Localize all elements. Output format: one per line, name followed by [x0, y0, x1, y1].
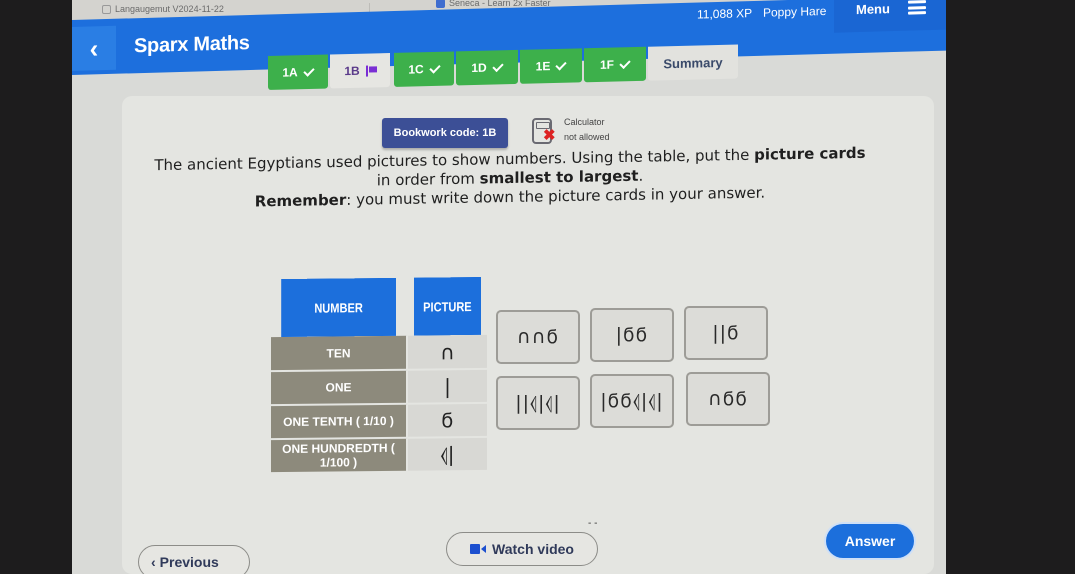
previous-button[interactable]: ‹ Previous [138, 545, 250, 574]
answer-button[interactable]: Answer [826, 524, 914, 558]
seneca-icon [436, 0, 445, 8]
table-row: TEN ∩ [271, 334, 487, 372]
table-cell-number: ONE [271, 369, 407, 406]
symbol-reference-table: NUMBER PICTURE TEN ∩ ONE | ONE TENTH ( 1… [271, 276, 487, 474]
check-icon [619, 57, 631, 69]
app-title: Sparx Maths [134, 32, 250, 58]
calculator-not-allowed-label: not allowed [564, 132, 610, 142]
picture-card[interactable]: ∩ϭϭ [686, 372, 770, 426]
tab-label: 1A [282, 65, 298, 80]
flag-icon [366, 65, 376, 75]
table-cell-number: ONE HUNDREDTH ( 1/100 ) [271, 437, 407, 474]
tab-label: 1D [471, 60, 487, 76]
table-cell-number: ONE TENTH ( 1/10 ) [271, 403, 407, 440]
browser-tab-title: Langaugemut V2024-11-22 [115, 4, 224, 14]
tab-1e[interactable]: 1E [520, 48, 582, 84]
ten-symbol-icon: ∩ [407, 334, 487, 370]
question-text-part: . [638, 166, 644, 185]
divider-marks: - - [588, 518, 598, 529]
tab-1d[interactable]: 1D [456, 49, 518, 86]
tab-1b[interactable]: 1B [330, 53, 390, 89]
table-row: ONE | [271, 368, 487, 406]
picture-card[interactable]: ||ϭ [684, 306, 768, 360]
tenth-symbol-icon: ϭ [407, 402, 487, 438]
tab-label: 1C [408, 62, 424, 77]
check-icon [429, 61, 441, 74]
tab-label: Summary [663, 54, 723, 71]
table-row: ONE TENTH ( 1/10 ) ϭ [271, 402, 487, 440]
previous-label: Previous [159, 554, 219, 570]
browser-tab[interactable]: Langaugemut V2024-11-22 [102, 4, 224, 14]
tab-label: 1E [535, 59, 551, 74]
screen: Langaugemut V2024-11-22 Seneca - Learn 2… [72, 0, 946, 574]
video-camera-icon [470, 544, 487, 554]
table-header-number: NUMBER [281, 277, 397, 338]
question-emphasis: smallest to largest [479, 166, 639, 188]
hamburger-icon[interactable] [908, 0, 926, 15]
one-symbol-icon: | [407, 368, 487, 404]
page-icon [102, 4, 111, 14]
picture-card[interactable]: ||⦉|⦉| [496, 376, 580, 430]
check-icon [303, 64, 315, 77]
tab-label: 1F [599, 57, 614, 72]
calculator-label: Calculator [564, 117, 605, 127]
picture-card[interactable]: |ϭϭ [590, 308, 674, 362]
tab-1c[interactable]: 1C [394, 51, 454, 87]
tab-1f[interactable]: 1F [584, 46, 646, 83]
table-header-picture: PICTURE [413, 276, 481, 336]
xp-counter: 11,088 XP [697, 6, 753, 22]
calculator-status: Calculator not allowed [564, 115, 610, 145]
watch-video-button[interactable]: Watch video [446, 532, 598, 566]
bookwork-code-badge: Bookwork code: 1B [382, 118, 508, 148]
user-name[interactable]: Poppy Hare [763, 4, 826, 20]
tab-1a[interactable]: 1A [268, 54, 328, 90]
table-cell-number: TEN [271, 335, 407, 372]
table-row: ONE HUNDREDTH ( 1/100 ) ⦉| [271, 436, 487, 474]
check-icon [492, 60, 504, 72]
tab-summary[interactable]: Summary [648, 44, 738, 81]
reminder-label: Remember [254, 190, 347, 211]
picture-card[interactable]: ∩∩ϭ [496, 310, 580, 364]
check-icon [555, 58, 568, 71]
picture-card[interactable]: |ϭϭ⦉|⦉| [590, 374, 674, 428]
question-text-part: in order from [376, 169, 480, 190]
chevron-left-icon: ‹ [89, 32, 99, 64]
back-button[interactable]: ‹ [72, 25, 116, 71]
tab-label: 1B [344, 63, 360, 79]
menu-label[interactable]: Menu [856, 1, 890, 17]
watch-video-label: Watch video [492, 541, 574, 557]
question-emphasis: picture cards [754, 143, 866, 164]
not-allowed-x-icon: ✖ [543, 127, 556, 144]
chevron-left-icon: ‹ [151, 554, 156, 570]
hundredth-symbol-icon: ⦉| [407, 436, 487, 472]
menu-button[interactable] [834, 0, 946, 33]
